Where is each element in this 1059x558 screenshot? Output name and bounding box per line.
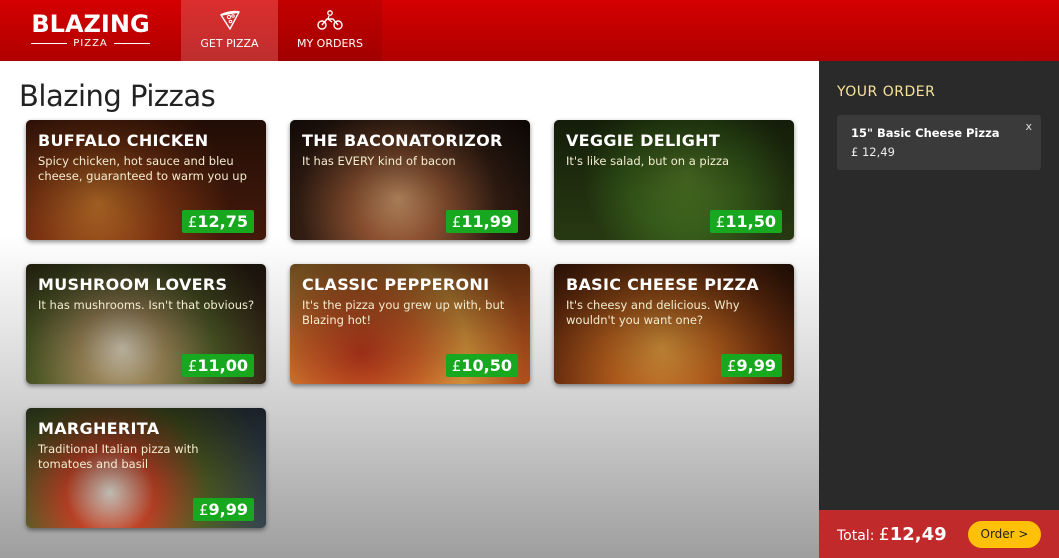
- pizza-slice-icon: [219, 10, 240, 30]
- pizza-name: MARGHERITA: [38, 419, 160, 438]
- pizza-description: Traditional Italian pizza with tomatoes …: [38, 442, 199, 471]
- remove-item-button[interactable]: x: [1025, 120, 1032, 133]
- pizza-price: 10,50: [461, 356, 512, 375]
- tab-my-orders-label: MY ORDERS: [296, 37, 364, 50]
- logo-line-left: [31, 43, 68, 44]
- pizza-name: THE BACONATORIZOR: [302, 131, 503, 150]
- pizza-price: 9,99: [736, 356, 776, 375]
- pizza-price: 11,99: [461, 212, 512, 231]
- price-badge: £11,99: [445, 210, 518, 233]
- pizza-name: VEGGIE DELIGHT: [566, 131, 721, 150]
- price-badge: £9,99: [720, 354, 782, 377]
- currency-symbol: £: [187, 213, 198, 231]
- currency-symbol: £: [198, 501, 209, 519]
- order-title: YOUR ORDER: [837, 84, 936, 100]
- pizza-price: 11,50: [725, 212, 776, 231]
- pizza-card-classic-pepperoni[interactable]: CLASSIC PEPPERONI It's the pizza you gre…: [290, 264, 530, 384]
- price-badge: £12,75: [181, 210, 254, 233]
- total-amount: 12,49: [889, 523, 947, 545]
- currency-symbol: £: [451, 357, 462, 375]
- pizza-name: CLASSIC PEPPERONI: [302, 275, 490, 294]
- pizza-description: It's like salad, but on a pizza: [566, 154, 730, 168]
- order-total: Total: £12,49: [837, 524, 947, 545]
- pizza-card-buffalo-chicken[interactable]: BUFFALO CHICKEN Spicy chicken, hot sauce…: [26, 120, 266, 240]
- delivery-bike-icon: [317, 10, 343, 30]
- top-bar: BLAZING PIZZA GET PIZZA MY ORDERS: [0, 0, 1059, 71]
- pizza-name: MUSHROOM LOVERS: [38, 275, 228, 294]
- pizza-description: It has EVERY kind of bacon: [302, 154, 456, 168]
- pizza-description: It's the pizza you grew up with, but Bla…: [302, 298, 505, 327]
- pizza-card-basic-cheese[interactable]: BASIC CHEESE PIZZA It's cheesy and delic…: [554, 264, 794, 384]
- order-sidebar: YOUR ORDER 15" Basic Cheese Pizza £ 12,4…: [819, 61, 1059, 558]
- order-button[interactable]: Order >: [968, 520, 1041, 548]
- order-footer: Total: £12,49 Order >: [819, 510, 1059, 558]
- tab-my-orders[interactable]: MY ORDERS: [278, 0, 382, 61]
- price-badge: £11,00: [181, 354, 254, 377]
- total-currency: £: [878, 524, 890, 545]
- brand-logo[interactable]: BLAZING PIZZA: [0, 0, 181, 61]
- price-badge: £11,50: [709, 210, 782, 233]
- currency-symbol: £: [726, 357, 737, 375]
- main-content: Blazing Pizzas BUFFALO CHICKEN Spicy chi…: [0, 61, 819, 558]
- pizza-price: 12,75: [197, 212, 248, 231]
- tab-get-pizza-label: GET PIZZA: [200, 37, 259, 50]
- pizza-name: BASIC CHEESE PIZZA: [566, 275, 760, 294]
- pizza-card-mushroom-lovers[interactable]: MUSHROOM LOVERS It has mushrooms. Isn't …: [26, 264, 266, 384]
- brand-name: BLAZING: [31, 10, 150, 38]
- brand-sub: PIZZA: [73, 38, 108, 49]
- pizza-name: BUFFALO CHICKEN: [38, 131, 209, 150]
- price-badge: £10,50: [445, 354, 518, 377]
- total-label: Total:: [837, 527, 875, 544]
- pizza-description: It has mushrooms. Isn't that obvious?: [38, 298, 255, 312]
- order-item-name: 15" Basic Cheese Pizza: [851, 126, 1000, 140]
- pizza-card-veggie-delight[interactable]: VEGGIE DELIGHT It's like salad, but on a…: [554, 120, 794, 240]
- pizza-card-margherita[interactable]: MARGHERITA Traditional Italian pizza wit…: [26, 408, 266, 528]
- price-badge: £9,99: [192, 498, 254, 521]
- currency-symbol: £: [187, 357, 198, 375]
- logo-line-right: [113, 43, 150, 44]
- tab-get-pizza[interactable]: GET PIZZA: [181, 0, 278, 71]
- pizza-card-baconatorizor[interactable]: THE BACONATORIZOR It has EVERY kind of b…: [290, 120, 530, 240]
- order-item: 15" Basic Cheese Pizza £ 12,49 x: [837, 115, 1041, 170]
- order-item-price: £ 12,49: [851, 145, 895, 159]
- currency-symbol: £: [451, 213, 462, 231]
- page-title: Blazing Pizzas: [19, 79, 216, 113]
- pizza-description: It's cheesy and delicious. Why wouldn't …: [566, 298, 740, 327]
- pizza-price: 11,00: [197, 356, 248, 375]
- pizza-description: Spicy chicken, hot sauce and bleu cheese…: [38, 154, 247, 183]
- currency-symbol: £: [715, 213, 726, 231]
- pizza-price: 9,99: [208, 500, 248, 519]
- brand-subtitle-row: PIZZA: [31, 38, 150, 49]
